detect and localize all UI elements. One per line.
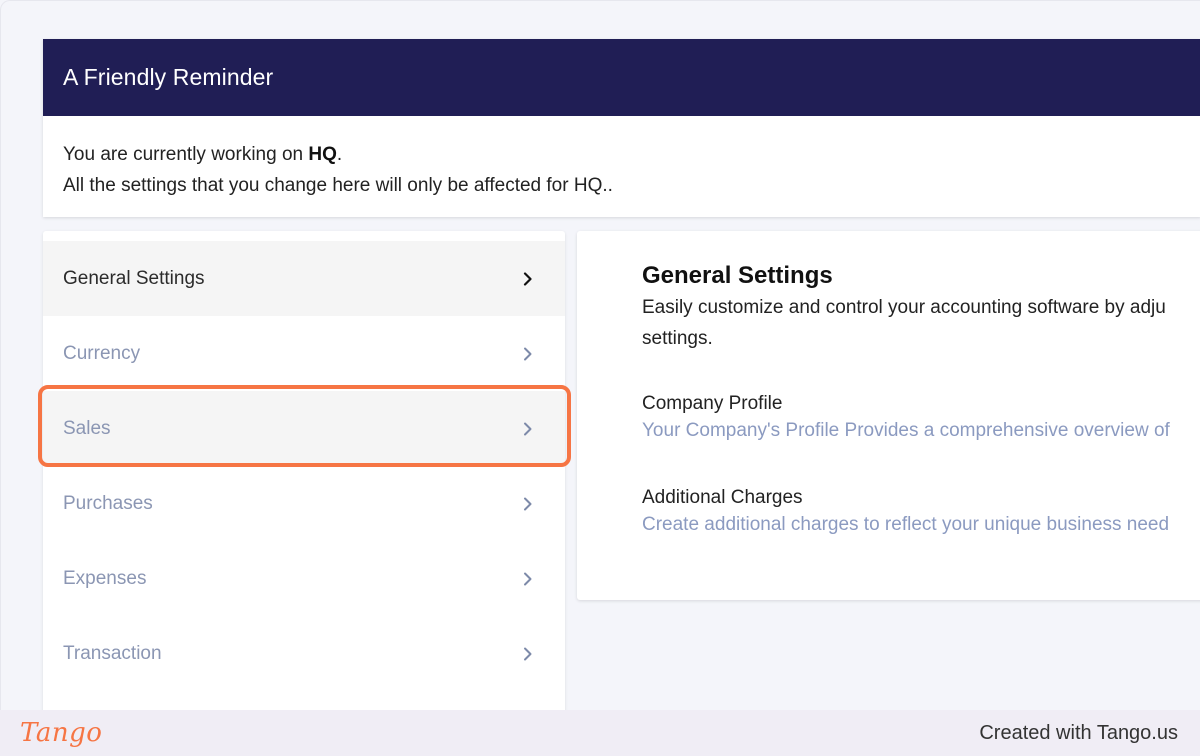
reminder-line-1: You are currently working on HQ. [63,139,1181,170]
reminder-line-1-prefix: You are currently working on [63,144,309,165]
menu-item-label: Purchases [63,492,153,514]
section-description: Your Company's Profile Provides a compre… [642,420,1170,441]
content-description-line-2: settings. [642,328,713,349]
section-description: Create additional charges to reflect you… [642,514,1170,535]
chevron-right-icon [521,271,535,286]
tango-footer: Tango Created with Tango.us [0,710,1200,756]
menu-item-label: General Settings [63,267,205,289]
menu-item-transaction[interactable]: Transaction [43,616,565,691]
menu-item-label: Expenses [63,567,147,589]
section-company-profile[interactable]: Company Profile Your Company's Profile P… [642,391,1200,445]
chevron-right-icon [521,497,535,511]
reminder-body: You are currently working on HQ. All the… [43,116,1200,201]
menu-item-expenses[interactable]: Expenses [43,541,565,616]
chevron-right-icon [521,647,535,661]
tango-logo[interactable]: Tango [20,718,102,748]
section-additional-charges[interactable]: Additional Charges Create additional cha… [642,485,1200,539]
chevron-right-icon [521,572,535,586]
menu-item-purchases[interactable]: Purchases [43,466,565,541]
menu-item-label: Currency [63,342,141,364]
reminder-line-1-suffix: . [336,144,343,165]
content-title: General Settings [642,262,833,289]
menu-item-currency[interactable]: Currency [43,316,565,391]
menu-item-label: Transaction [63,642,162,664]
reminder-line-2: All the settings that you change here wi… [63,175,613,196]
content-description-line-1: Easily customize and control your accoun… [642,297,1166,318]
menu-item-label: Sales [63,417,111,439]
settings-content-panel: General Settings Easily customize and co… [577,231,1200,600]
settings-menu: General Settings Currency Sales Purchase… [43,231,565,710]
menu-item-general-settings[interactable]: General Settings [43,241,565,316]
chevron-right-icon [521,347,535,361]
reminder-title: A Friendly Reminder [63,64,274,90]
content-description: Easily customize and control your accoun… [642,292,1200,354]
chevron-right-icon [521,422,535,436]
section-title: Additional Charges [642,487,803,508]
menu-item-sales[interactable]: Sales [43,391,565,466]
app-frame: A Friendly Reminder You are currently wo… [0,0,1200,710]
section-title: Company Profile [642,393,783,414]
reminder-card: A Friendly Reminder You are currently wo… [43,39,1200,217]
reminder-header: A Friendly Reminder [43,39,1200,116]
created-with-credit[interactable]: Created with Tango.us [979,722,1178,745]
branch-name: HQ [308,144,337,165]
